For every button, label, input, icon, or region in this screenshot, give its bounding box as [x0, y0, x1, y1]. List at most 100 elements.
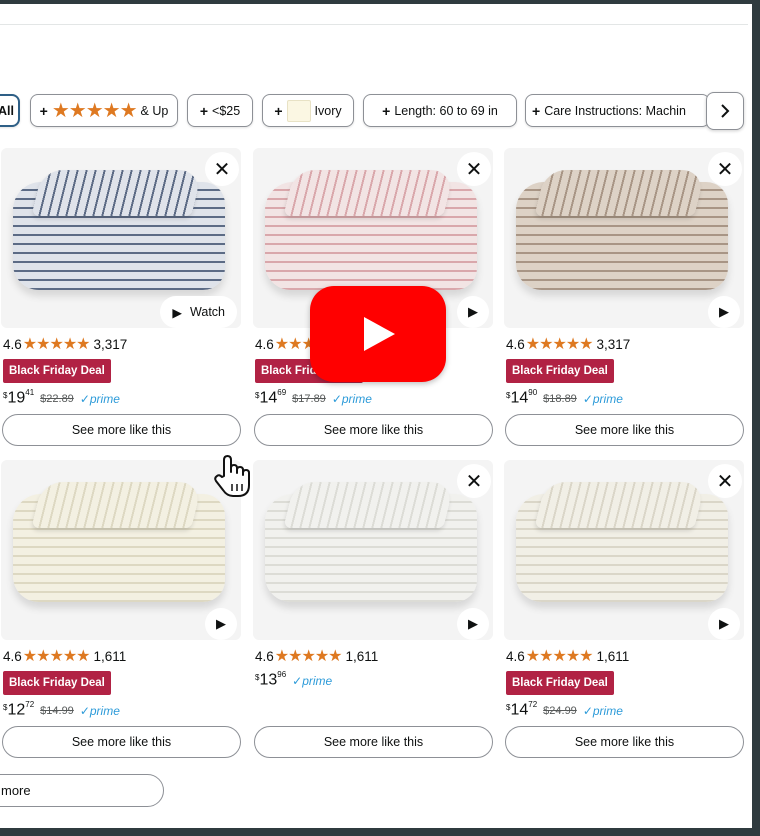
review-count: 1,611: [596, 648, 630, 664]
prime-badge: ✓prime: [582, 704, 623, 718]
price-fraction: 90: [528, 388, 538, 397]
product-image[interactable]: ✕ ▶: [504, 460, 744, 640]
see-more-like-this-label: See more like this: [71, 423, 172, 437]
stars-icon: ★★★★★: [51, 100, 138, 122]
product-image[interactable]: ✕ ▶: [253, 460, 493, 640]
blanket-fold: [283, 482, 455, 528]
dismiss-button[interactable]: ✕: [457, 152, 491, 186]
product-card[interactable]: ✕ ▶ 4.6 ★★★★★ 1,611 Black Friday Deal $1472 $24…: [504, 460, 744, 760]
rating-value: 4.6: [255, 336, 274, 352]
blanket-fold: [534, 170, 706, 216]
list-price: $17.89: [292, 393, 326, 405]
price-row: $1490 $18.89 ✓prime: [506, 388, 623, 409]
play-video-button[interactable]: ▶: [708, 296, 740, 328]
price-fraction: 72: [25, 700, 35, 709]
price-row: $1272 $14.99 ✓prime: [3, 700, 120, 721]
close-icon: ✕: [716, 470, 734, 493]
product-card[interactable]: ✕ ▶ Watch 4.6 ★★★★★ 3,317 Black Friday Deal $19…: [1, 148, 241, 448]
product-card[interactable]: ▶ 4.6 ★★★★★ 1,611 Black Friday Deal $1272 $14.…: [1, 460, 241, 760]
list-price: $18.89: [543, 393, 577, 405]
chips-next-button[interactable]: [706, 92, 744, 130]
product-image[interactable]: ✕ ▶ Watch: [1, 148, 241, 328]
price-whole: 14: [510, 389, 529, 407]
see-more-like-this-button[interactable]: See more like this: [505, 726, 744, 758]
list-price: $22.89: [40, 393, 74, 405]
star-rating-icon: ★★★★★: [525, 336, 594, 353]
chip-rating-label: & Up: [140, 103, 169, 118]
price: $1941: [3, 388, 35, 407]
prime-badge: ✓prime: [331, 392, 372, 406]
chip-all-label: All: [0, 103, 14, 118]
chip-care-instructions[interactable]: + Care Instructions: Machin: [525, 94, 710, 127]
chevron-right-icon: [721, 104, 730, 118]
play-icon: ▶: [172, 305, 183, 320]
star-rating-icon: ★★★★★: [525, 648, 594, 665]
blanket-fold: [283, 170, 455, 216]
review-count: 3,317: [93, 336, 128, 352]
product-image[interactable]: ▶: [1, 460, 241, 640]
dismiss-button[interactable]: ✕: [708, 152, 742, 186]
watch-label: Watch: [190, 305, 225, 319]
dismiss-button[interactable]: ✕: [708, 464, 742, 498]
see-more-like-this-button[interactable]: See more like this: [254, 414, 493, 446]
price: $1469: [255, 388, 287, 407]
chip-color-label: Ivory: [314, 103, 342, 118]
see-more-like-this-label: See more like this: [71, 735, 172, 749]
rating-row[interactable]: 4.6 ★★★★★ 1,611: [255, 646, 378, 666]
see-more-like-this-button[interactable]: See more like this: [254, 726, 493, 758]
blanket-fold: [31, 482, 203, 528]
play-video-button[interactable]: ▶: [205, 608, 237, 640]
see-more-label: more: [1, 783, 31, 798]
rating-value: 4.6: [506, 336, 525, 352]
deal-badge: Black Friday Deal: [506, 671, 614, 695]
close-icon: ✕: [465, 470, 483, 493]
play-video-button[interactable]: ▶: [457, 296, 489, 328]
dismiss-button[interactable]: ✕: [205, 152, 239, 186]
price-fraction: 72: [528, 700, 538, 709]
product-image[interactable]: ✕ ▶: [504, 148, 744, 328]
play-triangle-icon: [364, 317, 395, 351]
chip-price[interactable]: + <$25: [187, 94, 253, 127]
chip-color-ivory[interactable]: + Ivory: [262, 94, 354, 127]
prime-badge: ✓prime: [292, 674, 333, 688]
product-card[interactable]: ✕ ▶ 4.6 ★★★★★ 1,611 $1396 ✓prime See more like …: [253, 460, 493, 760]
price-fraction: 69: [277, 388, 287, 397]
price: $1490: [506, 388, 538, 407]
chip-length[interactable]: + Length: 60 to 69 in: [363, 94, 517, 127]
see-more-like-this-button[interactable]: See more like this: [2, 414, 241, 446]
price-whole: 12: [7, 701, 26, 719]
list-price: $24.99: [543, 705, 577, 717]
star-rating-icon: ★★★★★: [274, 648, 343, 665]
plus-icon: +: [274, 102, 283, 119]
see-more-button[interactable]: more: [0, 774, 164, 807]
chip-care-label: Care Instructions: Machin: [544, 103, 686, 118]
chip-all[interactable]: All: [0, 94, 20, 127]
youtube-play-icon[interactable]: [310, 286, 446, 382]
color-swatch-icon: [286, 99, 311, 122]
see-more-like-this-button[interactable]: See more like this: [505, 414, 744, 446]
see-more-like-this-button[interactable]: See more like this: [2, 726, 241, 758]
close-icon: ✕: [213, 158, 231, 181]
star-rating-icon: ★★★★★: [22, 336, 91, 353]
filter-chip-bar: All + ★★★★★ & Up + <$25 + Ivory + Length…: [0, 92, 745, 130]
rating-row[interactable]: 4.6 ★★★★★ 3,317: [3, 334, 127, 354]
dismiss-button[interactable]: ✕: [457, 464, 491, 498]
review-count: 1,611: [345, 648, 379, 664]
plus-icon: +: [532, 102, 541, 119]
price-row: $1469 $17.89 ✓prime: [255, 388, 372, 409]
see-more-like-this-label: See more like this: [323, 735, 424, 749]
product-card[interactable]: ✕ ▶ 4.6 ★★★★★ 3,317 Black Friday Deal $1490 $18…: [504, 148, 744, 448]
blanket-fold: [31, 170, 203, 216]
plus-icon: +: [39, 102, 48, 119]
plus-icon: +: [382, 102, 391, 119]
price: $1272: [3, 700, 35, 719]
play-video-button[interactable]: ▶: [457, 608, 489, 640]
prime-badge: ✓prime: [79, 392, 120, 406]
rating-row[interactable]: 4.6 ★★★★★ 3,317: [506, 334, 630, 354]
watch-video-button[interactable]: ▶ Watch: [160, 296, 237, 328]
play-video-button[interactable]: ▶: [708, 608, 740, 640]
rating-row[interactable]: 4.6 ★★★★★ 1,611: [3, 646, 126, 666]
chip-rating[interactable]: + ★★★★★ & Up: [30, 94, 178, 127]
rating-row[interactable]: 4.6 ★★★★★ 1,611: [506, 646, 629, 666]
price-whole: 13: [259, 671, 278, 689]
